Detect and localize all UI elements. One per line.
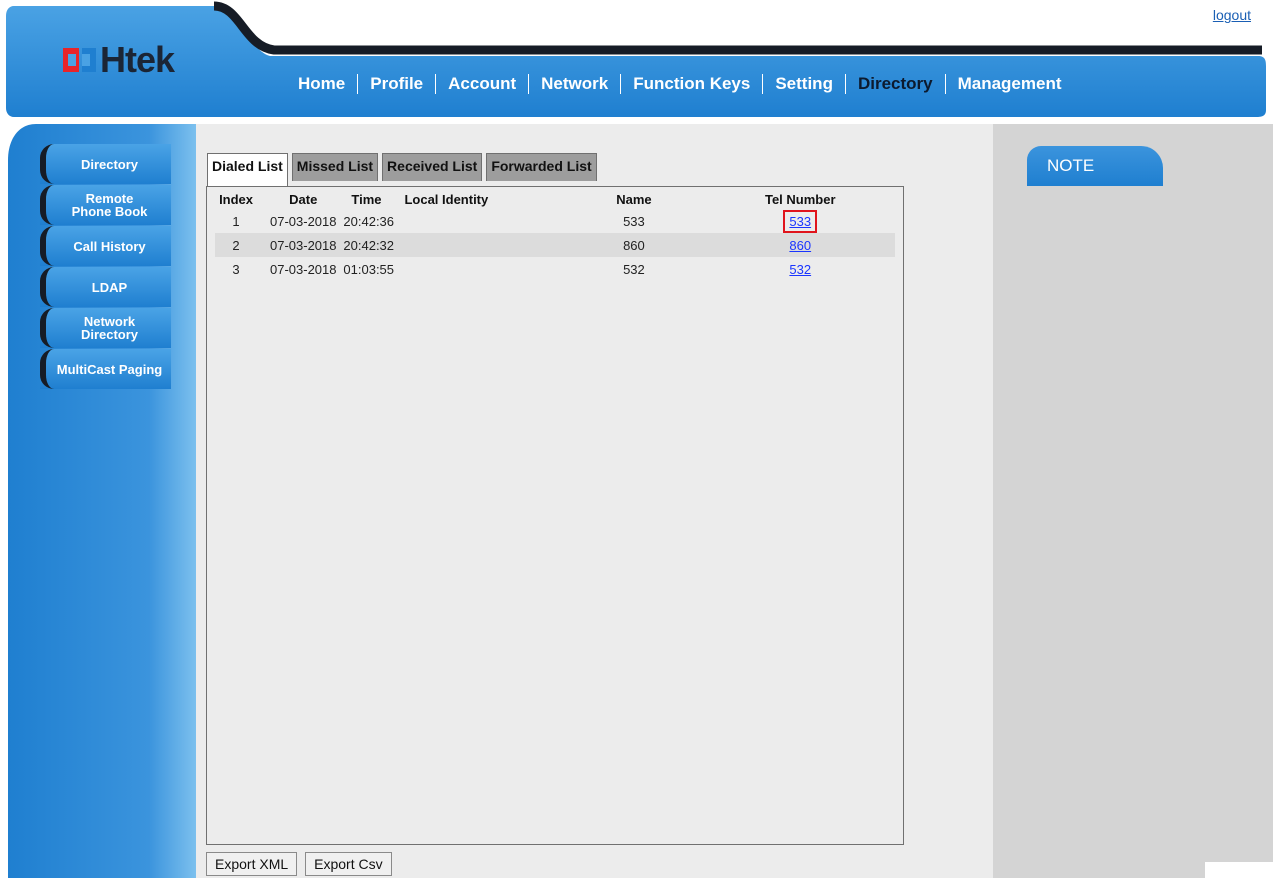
cell-date: 07-03-2018 [257, 233, 344, 257]
sidebar-item-network-directory[interactable]: Network Directory [40, 308, 171, 348]
cell-time: 20:42:36 [343, 209, 405, 233]
sidebar-item-label: LDAP [91, 279, 128, 295]
cell-index: 1 [215, 209, 258, 233]
sidebar-menu: Directory Remote Phone Book Call History… [40, 144, 171, 390]
nav-home[interactable]: Home [286, 74, 357, 94]
tel-number-link[interactable]: 532 [789, 262, 811, 277]
header-banner [6, 1, 1266, 117]
htek-logo: Htek [63, 39, 175, 80]
sidebar-item-multicast-paging[interactable]: MultiCast Paging [40, 349, 171, 389]
nav-function-keys[interactable]: Function Keys [621, 74, 762, 94]
sidebar-item-ldap[interactable]: LDAP [40, 267, 171, 307]
logo-text: Htek [100, 39, 175, 80]
call-list-tabs: Dialed List Missed List Received List Fo… [207, 153, 601, 187]
sidebar-item-label: Remote Phone Book [71, 191, 148, 219]
table-header-row: Index Date Time Local Identity Name Tel … [215, 189, 895, 209]
cell-index: 3 [215, 257, 258, 281]
sidebar-item-directory[interactable]: Directory [40, 144, 171, 184]
nav-management[interactable]: Management [946, 74, 1074, 94]
call-history-table: Index Date Time Local Identity Name Tel … [215, 189, 895, 281]
top-navigation: Home Profile Account Network Function Ke… [286, 72, 1074, 96]
cell-time: 01:03:55 [343, 257, 405, 281]
tel-number-link[interactable]: 533 [783, 209, 818, 233]
tel-number-link[interactable]: 860 [789, 238, 811, 253]
cell-name: 533 [562, 209, 706, 233]
table-row: 1 07-03-2018 20:42:36 533 533 [215, 209, 895, 233]
cell-local-identity [404, 257, 563, 281]
nav-network[interactable]: Network [529, 74, 620, 94]
sidebar-item-label: Network Directory [80, 314, 139, 342]
call-list-panel: Index Date Time Local Identity Name Tel … [206, 186, 904, 845]
cell-tel-number: 533 [705, 209, 895, 233]
cell-local-identity [404, 233, 563, 257]
export-buttons: Export XML Export Csv [206, 852, 400, 876]
nav-setting[interactable]: Setting [763, 74, 845, 94]
sidebar-item-label: Call History [73, 238, 146, 254]
nav-account[interactable]: Account [436, 74, 528, 94]
tab-received-list[interactable]: Received List [382, 153, 483, 181]
nav-profile[interactable]: Profile [358, 74, 435, 94]
sidebar-item-call-history[interactable]: Call History [40, 226, 171, 266]
logout-link[interactable]: logout [1213, 7, 1251, 23]
sidebar-item-label: MultiCast Paging [56, 361, 163, 377]
export-xml-button[interactable]: Export XML [206, 852, 298, 876]
logo-mark-icon [63, 48, 96, 72]
cell-index: 2 [215, 233, 258, 257]
cell-date: 07-03-2018 [257, 209, 344, 233]
tab-dialed-list[interactable]: Dialed List [207, 153, 288, 187]
table-row: 3 07-03-2018 01:03:55 532 532 [215, 257, 895, 281]
column-header-time: Time [351, 191, 382, 207]
sidebar-item-label: Directory [80, 156, 139, 172]
nav-directory[interactable]: Directory [846, 74, 945, 94]
tab-forwarded-list[interactable]: Forwarded List [486, 153, 597, 181]
cell-name: 860 [562, 233, 706, 257]
export-csv-button[interactable]: Export Csv [305, 852, 392, 876]
sidebar-item-remote-phone-book[interactable]: Remote Phone Book [40, 185, 171, 225]
cell-tel-number: 860 [705, 233, 895, 257]
cell-date: 07-03-2018 [257, 257, 344, 281]
cell-local-identity [404, 209, 563, 233]
cell-name: 532 [562, 257, 706, 281]
column-header-index: Index [219, 191, 254, 207]
column-header-date: Date [289, 191, 318, 207]
note-title: NOTE [1027, 146, 1163, 186]
tab-missed-list[interactable]: Missed List [291, 153, 379, 181]
column-header-name: Name [616, 191, 652, 207]
note-panel [993, 124, 1273, 878]
column-header-local-identity: Local Identity [404, 191, 489, 207]
table-row: 2 07-03-2018 20:42:32 860 860 [215, 233, 895, 257]
page-corner [1205, 862, 1273, 878]
cell-time: 20:42:32 [343, 233, 405, 257]
column-header-tel-number: Tel Number [764, 191, 836, 207]
cell-tel-number: 532 [705, 257, 895, 281]
